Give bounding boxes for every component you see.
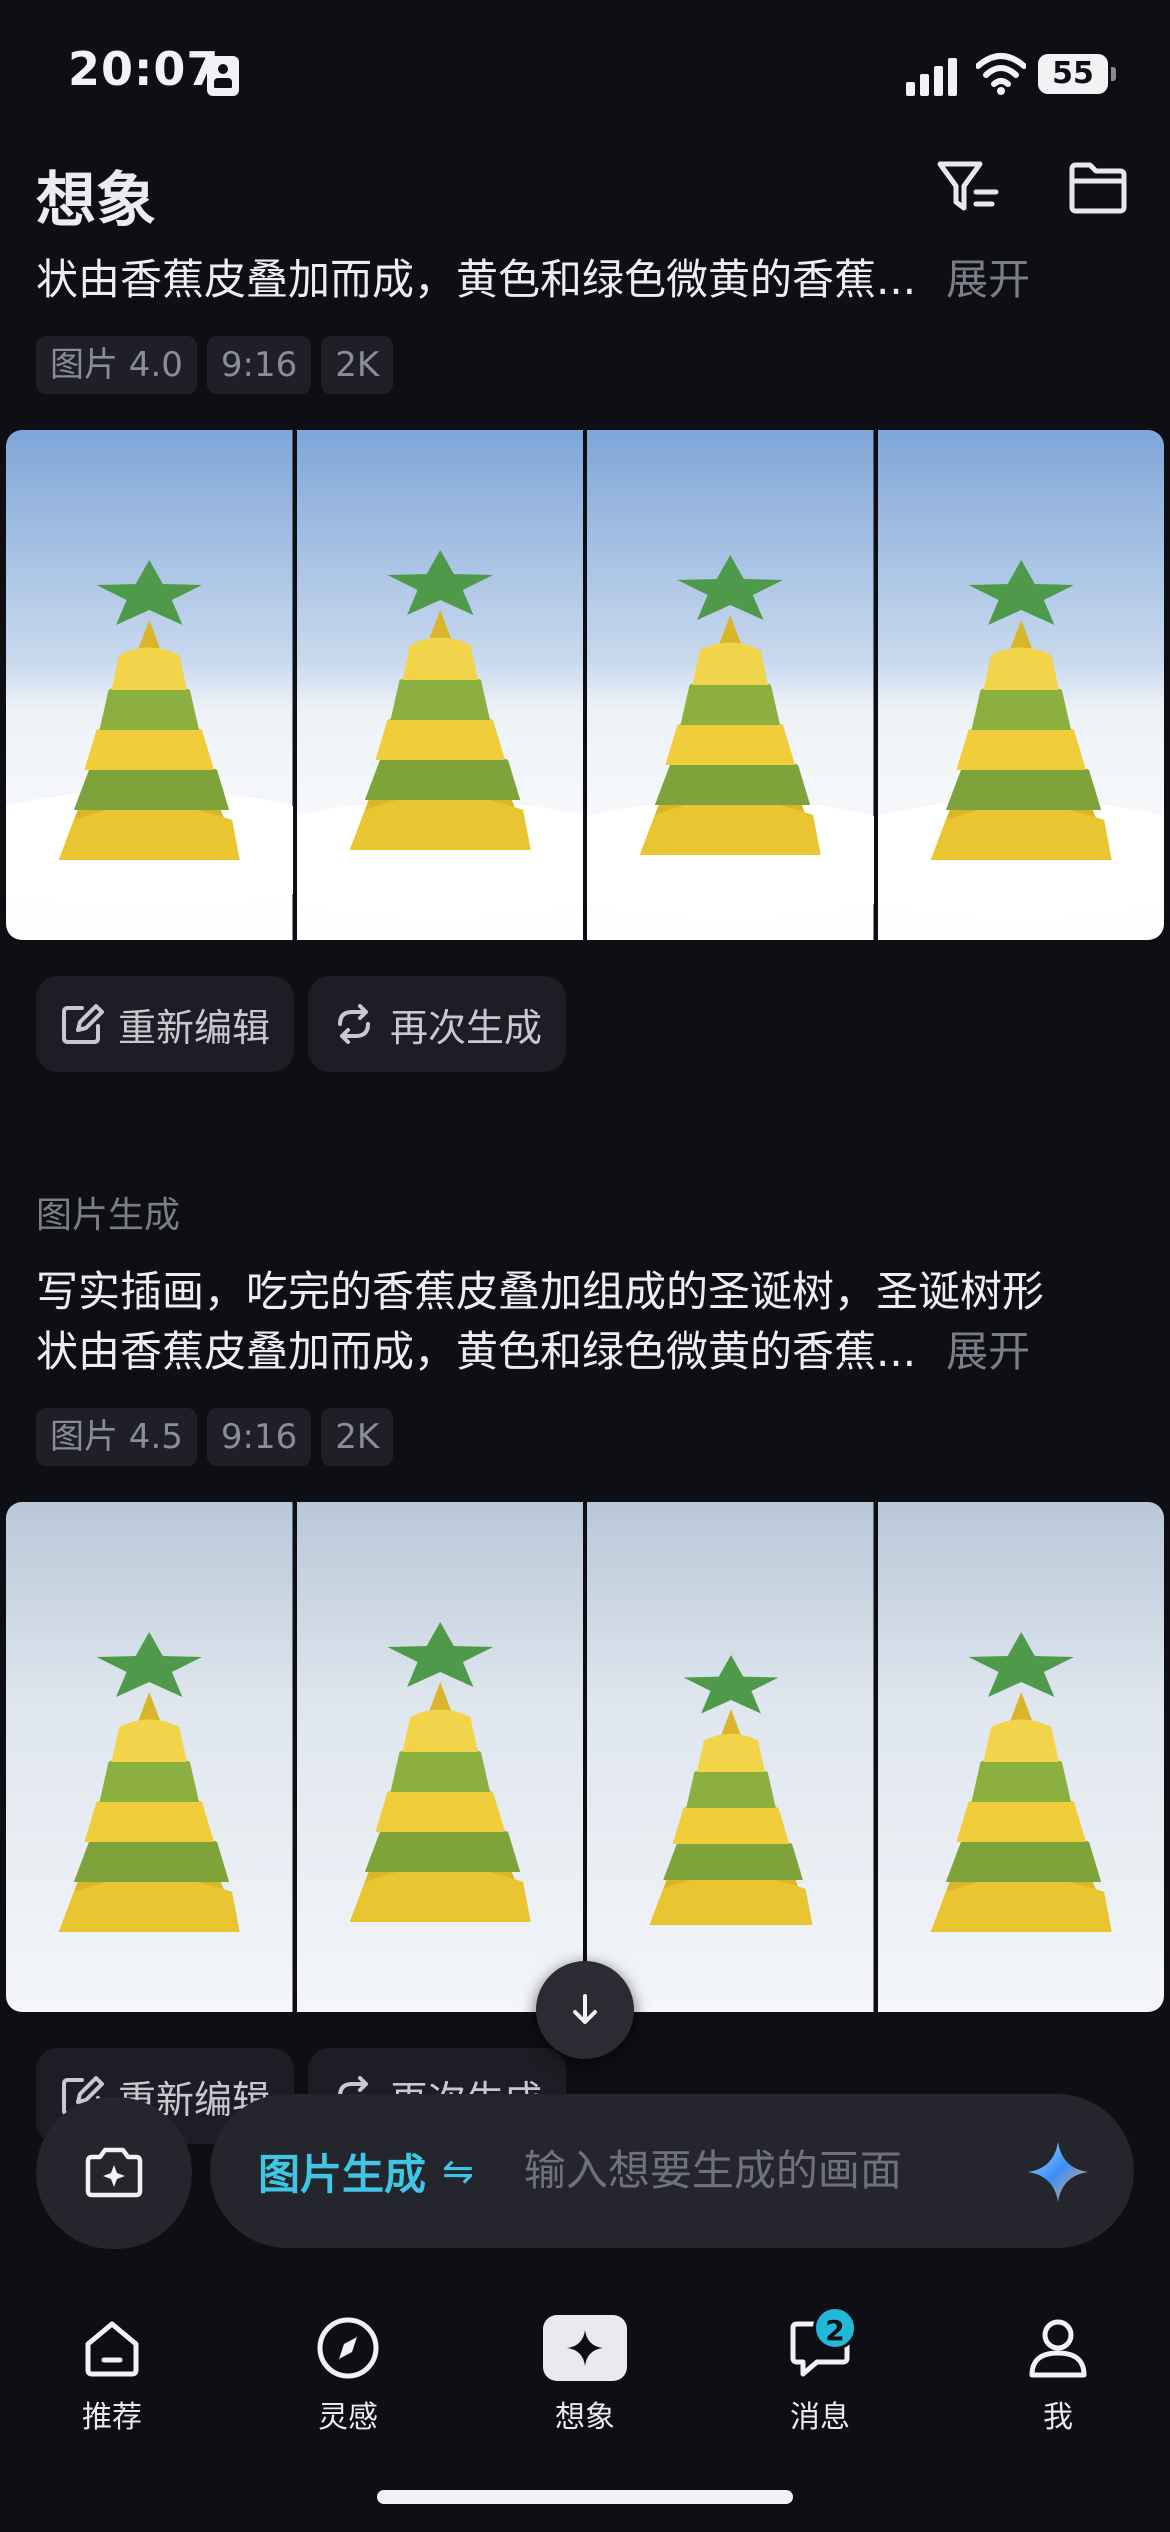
banana-tree-image [296,430,583,940]
resolution-tag: 2K [321,336,394,394]
edit-icon [62,1004,104,1044]
tab-profile[interactable]: 我 [988,2310,1128,2436]
profile-icon [1029,2319,1087,2378]
battery-indicator: 55 [1038,54,1116,94]
model-tag: 图片 4.0 [36,336,197,394]
banana-tree-image [6,1502,293,2012]
prompt-text: 写实插画，吃完的香蕉皮叠加组成的圣诞树，圣诞树形 [36,1267,1045,1316]
image-grid [6,1502,1164,2012]
generation-tags: 图片 4.0 9:16 2K [36,336,394,394]
wifi-icon [975,52,1027,96]
generated-image[interactable] [877,430,1164,940]
sparkle-icon [543,2315,627,2381]
banana-tree-image [587,1502,874,2012]
banana-tree-image [6,430,293,940]
prompt-line: 状由香蕉皮叠加而成，黄色和绿色微黄的香蕉... [36,1327,917,1376]
ratio-tag: 9:16 [206,336,312,394]
re-edit-button[interactable]: 重新编辑 [36,976,295,1072]
status-time: 20:07 [68,42,220,96]
generated-image[interactable] [296,1502,583,2012]
arrow-down-icon [573,1994,597,2024]
tab-label: 灵感 [318,2400,378,2435]
banana-tree-image [587,430,874,940]
generate-sparkle-icon[interactable] [1026,2140,1090,2204]
prompt-line: 状由香蕉皮叠加而成，黄色和绿色微黄的香蕉... [36,255,917,304]
banana-tree-image [877,430,1164,940]
contact-card-icon [207,56,239,96]
home-indicator[interactable] [377,2490,793,2504]
generated-image[interactable] [6,1502,293,2012]
banana-tree-image [877,1502,1164,2012]
regenerate-label: 再次生成 [390,1005,543,1050]
re-edit-label: 重新编辑 [118,1005,271,1050]
filter-icon [937,161,999,211]
regenerate-button[interactable]: 再次生成 [308,976,567,1072]
swap-mode-icon[interactable]: ⇋ [442,2149,474,2193]
tab-inspiration[interactable]: 灵感 [278,2310,418,2436]
generated-image[interactable] [6,430,293,940]
cellular-signal-icon [906,56,958,96]
banana-tree-image [296,1502,583,2012]
generated-image[interactable] [877,1502,1164,2012]
tab-label: 推荐 [82,2400,142,2435]
camera-sparkle-icon [85,2147,143,2198]
status-bar: 20:07 55 [0,0,1170,140]
tab-label: 我 [1043,2400,1073,2435]
prompt-text: 状由香蕉皮叠加而成，黄色和绿色微黄的香蕉... 展开 [36,246,1030,307]
camera-upload-button[interactable] [36,2097,192,2249]
generated-image[interactable] [296,430,583,940]
generation-tags: 图片 4.5 9:16 2K [36,1408,394,1466]
bottom-navigation: 推荐 灵感 想象 2 消息 我 [0,2270,1170,2470]
generated-image[interactable] [587,1502,874,2012]
page-title: 想象 [36,166,156,236]
tab-messages[interactable]: 2 消息 [750,2306,890,2436]
tab-imagine[interactable]: 想象 [515,2310,655,2436]
expand-link[interactable]: 展开 [946,255,1030,304]
scroll-to-bottom-button[interactable] [536,1961,634,2059]
mode-selector[interactable]: 图片生成 [258,2141,426,2202]
prompt-input[interactable] [521,2146,982,2196]
image-grid [6,430,1164,940]
compass-icon [317,2317,379,2379]
filter-button[interactable] [932,152,1004,224]
generated-image[interactable] [587,430,874,940]
folder-button[interactable] [1062,152,1134,224]
image-actions: 重新编辑 再次生成 [36,976,567,1072]
section-label: 图片生成 [36,1195,181,1236]
tab-recommend[interactable]: 推荐 [42,2310,182,2436]
tab-label: 消息 [790,2400,850,2435]
prompt-text: 状由香蕉皮叠加而成，黄色和绿色微黄的香蕉... 展开 [36,1318,1030,1379]
resolution-tag: 2K [321,1408,394,1466]
refresh-icon [338,1004,371,1044]
expand-link[interactable]: 展开 [946,1327,1030,1376]
model-tag: 图片 4.5 [36,1408,197,1466]
unread-badge: 2 [813,2306,857,2350]
home-icon [85,2321,139,2377]
prompt-composer[interactable]: 图片生成 ⇋ [210,2094,1134,2248]
tab-label: 想象 [555,2400,615,2435]
folder-icon [1069,162,1127,214]
ratio-tag: 9:16 [206,1408,312,1466]
